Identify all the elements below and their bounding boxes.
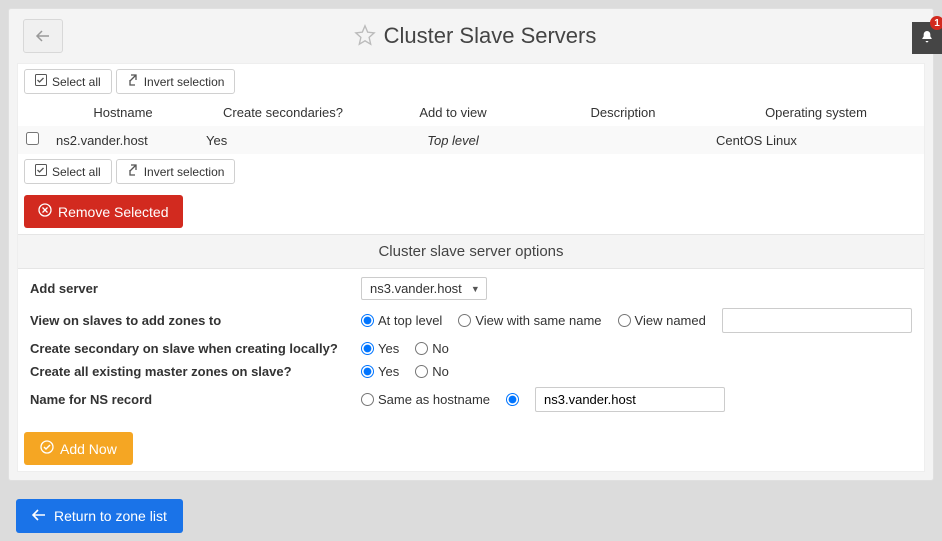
th-secondaries[interactable]: Create secondaries? xyxy=(198,99,368,126)
ns-same-label: Same as hostname xyxy=(378,392,490,407)
th-os[interactable]: Operating system xyxy=(708,99,924,126)
radio-all-yes[interactable] xyxy=(361,365,374,378)
add-now-label: Add Now xyxy=(60,441,117,457)
notification-button[interactable]: 1 xyxy=(912,22,942,54)
opt-top: At top level xyxy=(378,313,442,328)
label-secondary: Create secondary on slave when creating … xyxy=(26,341,361,356)
return-button[interactable]: Return to zone list xyxy=(16,499,183,533)
label-ns-name: Name for NS record xyxy=(26,392,361,407)
radio-sec-yes[interactable] xyxy=(361,342,374,355)
opt-no: No xyxy=(432,341,449,356)
invert-top-button[interactable]: Invert selection xyxy=(116,69,236,94)
invert-label: Invert selection xyxy=(144,165,225,179)
cell-os: CentOS Linux xyxy=(708,126,924,154)
th-desc[interactable]: Description xyxy=(538,99,708,126)
opt-named: View named xyxy=(635,313,706,328)
chevron-down-icon: ▼ xyxy=(471,284,480,294)
th-view[interactable]: Add to view xyxy=(368,99,538,126)
remove-selected-button[interactable]: Remove Selected xyxy=(24,195,183,228)
select-all-label: Select all xyxy=(52,75,101,89)
opt-no2: No xyxy=(432,364,449,379)
check-icon xyxy=(35,164,47,179)
opt-same: View with same name xyxy=(475,313,601,328)
check-icon xyxy=(35,74,47,89)
bell-icon xyxy=(919,29,935,48)
back-button[interactable] xyxy=(23,19,63,53)
cell-desc xyxy=(538,126,708,154)
select-all-bottom-button[interactable]: Select all xyxy=(24,159,112,184)
invert-bottom-button[interactable]: Invert selection xyxy=(116,159,236,184)
star-icon[interactable] xyxy=(354,24,376,49)
add-server-value: ns3.vander.host xyxy=(370,281,462,296)
row-checkbox[interactable] xyxy=(26,132,39,145)
label-add-server: Add server xyxy=(26,281,361,296)
check-circle-icon xyxy=(40,440,54,457)
title-wrap: Cluster Slave Servers xyxy=(71,23,879,49)
select-all-top-button[interactable]: Select all xyxy=(24,69,112,94)
invert-icon xyxy=(127,164,139,179)
radio-view-named[interactable] xyxy=(618,314,631,327)
cell-secondaries: Yes xyxy=(198,126,368,154)
invert-icon xyxy=(127,74,139,89)
ns-name-input[interactable] xyxy=(535,387,725,412)
radio-sec-no[interactable] xyxy=(415,342,428,355)
cell-hostname[interactable]: ns2.vander.host xyxy=(48,126,198,154)
invert-label: Invert selection xyxy=(144,75,225,89)
radio-ns-same[interactable] xyxy=(361,393,374,406)
radio-same-name[interactable] xyxy=(458,314,471,327)
notif-count: 1 xyxy=(930,16,942,30)
servers-table: Hostname Create secondaries? Add to view… xyxy=(18,99,924,154)
select-all-label: Select all xyxy=(52,165,101,179)
table-row: ns2.vander.host Yes Top level CentOS Lin… xyxy=(18,126,924,154)
th-hostname[interactable]: Hostname xyxy=(48,99,198,126)
view-named-input[interactable] xyxy=(722,308,912,333)
opt-yes2: Yes xyxy=(378,364,399,379)
arrow-left-icon xyxy=(32,508,46,524)
options-title: Cluster slave server options xyxy=(18,234,924,269)
label-view-slaves: View on slaves to add zones to xyxy=(26,313,361,328)
radio-top-level[interactable] xyxy=(361,314,374,327)
remove-icon xyxy=(38,203,52,220)
page-title: Cluster Slave Servers xyxy=(384,23,597,49)
label-all-existing: Create all existing master zones on slav… xyxy=(26,364,361,379)
radio-all-no[interactable] xyxy=(415,365,428,378)
add-server-select[interactable]: ns3.vander.host ▼ xyxy=(361,277,487,300)
radio-ns-custom[interactable] xyxy=(506,393,519,406)
cell-view: Top level xyxy=(368,126,538,154)
return-label: Return to zone list xyxy=(54,508,167,524)
opt-yes: Yes xyxy=(378,341,399,356)
add-now-button[interactable]: Add Now xyxy=(24,432,133,465)
remove-label: Remove Selected xyxy=(58,204,169,220)
